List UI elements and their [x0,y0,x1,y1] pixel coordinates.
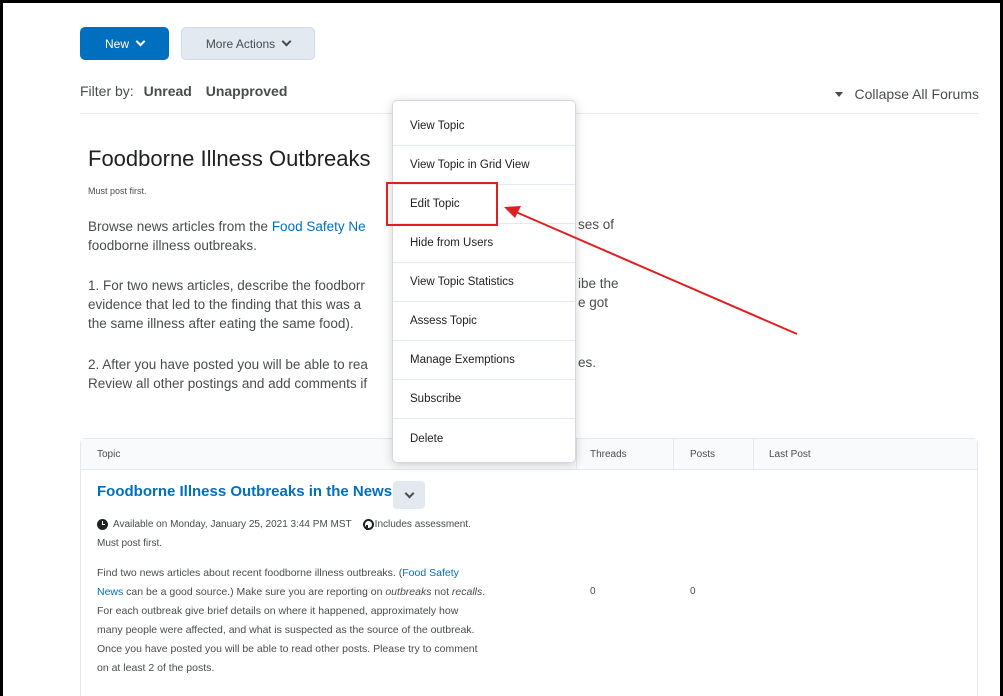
annotation-arrow [504,206,798,335]
arrow-line [515,211,798,335]
